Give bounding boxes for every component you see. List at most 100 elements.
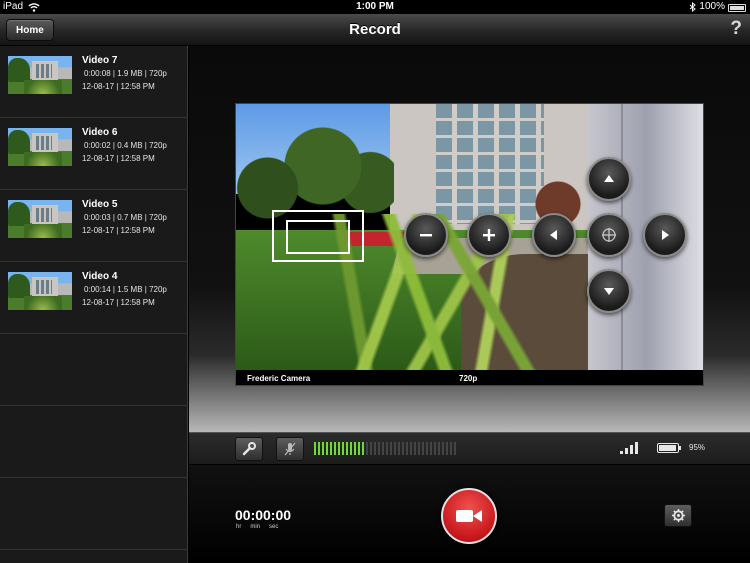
video-title: Video 5 [82, 199, 118, 210]
meter-segment [418, 442, 420, 455]
pan-left-button[interactable] [532, 213, 576, 257]
arrow-right-icon [662, 230, 669, 240]
battery-percent: 100% [699, 1, 725, 12]
meter-segment [362, 442, 364, 455]
audio-level-meter [314, 442, 456, 455]
wrench-icon [242, 442, 256, 456]
meter-segment [438, 442, 440, 455]
navigation-bar: Record Home ? [0, 14, 750, 46]
meter-segment [390, 442, 392, 455]
meter-segment [350, 442, 352, 455]
meter-segment [366, 442, 368, 455]
empty-list-row [0, 478, 188, 550]
meter-segment [454, 442, 456, 455]
camera-name: Frederic Camera [247, 374, 311, 383]
meter-segment [382, 442, 384, 455]
tilt-down-button[interactable] [587, 269, 631, 313]
crosshair-icon [602, 228, 616, 242]
signal-strength-icon [620, 441, 638, 454]
video-list-item[interactable]: Video 7 0:00:08 | 1.9 MB | 720p 12-08-17… [0, 46, 188, 118]
video-title: Video 4 [82, 271, 118, 282]
arrow-left-icon [550, 230, 557, 240]
battery-icon [657, 443, 681, 453]
record-button[interactable] [441, 488, 497, 544]
video-meta: 0:00:02 | 0.4 MB | 720p [84, 141, 167, 150]
help-button[interactable]: ? [730, 18, 742, 40]
video-list-sidebar: Video 7 0:00:08 | 1.9 MB | 720p 12-08-17… [0, 46, 188, 563]
meter-segment [398, 442, 400, 455]
meter-segment [394, 442, 396, 455]
center-button[interactable] [587, 213, 631, 257]
meter-segment [434, 442, 436, 455]
camera-resolution: 720p [459, 374, 478, 383]
meter-segment [446, 442, 448, 455]
video-thumbnail [8, 200, 72, 238]
gear-icon [671, 508, 685, 523]
timer-unit-sec: sec [269, 524, 279, 530]
page-title: Record [349, 21, 401, 38]
home-button[interactable]: Home [6, 19, 54, 41]
zoom-region-inner[interactable] [286, 220, 350, 254]
pan-right-button[interactable] [643, 213, 687, 257]
video-thumbnail [8, 128, 72, 166]
meter-segment [378, 442, 380, 455]
meter-segment [442, 442, 444, 455]
meter-segment [342, 442, 344, 455]
microphone-icon [284, 442, 296, 456]
settings-button[interactable] [664, 504, 692, 527]
meter-segment [450, 442, 452, 455]
meter-segment [386, 442, 388, 455]
tilt-up-button[interactable] [587, 157, 631, 201]
meter-segment [370, 442, 372, 455]
recording-timer: 00:00:00 [235, 507, 292, 523]
video-date: 12-08-17 | 12:58 PM [82, 298, 155, 307]
preview-info-bar: Frederic Camera 720p [236, 370, 703, 385]
empty-list-row [0, 406, 188, 478]
meter-segment [374, 442, 376, 455]
arrow-up-icon [604, 175, 614, 182]
video-meta: 0:00:08 | 1.9 MB | 720p [84, 69, 167, 78]
meter-segment [354, 442, 356, 455]
microphone-button[interactable] [276, 437, 304, 461]
meter-segment [322, 442, 324, 455]
video-date: 12-08-17 | 12:58 PM [82, 226, 155, 235]
video-date: 12-08-17 | 12:58 PM [82, 154, 155, 163]
meter-segment [314, 442, 316, 455]
meter-segment [410, 442, 412, 455]
meter-segment [402, 442, 404, 455]
video-list-item[interactable]: Video 6 0:00:02 | 0.4 MB | 720p 12-08-17… [0, 118, 188, 190]
meter-segment [346, 442, 348, 455]
status-bar: iPad 1:00 PM 100% [0, 0, 750, 14]
video-meta: 0:00:14 | 1.5 MB | 720p [84, 285, 167, 294]
meter-segment [414, 442, 416, 455]
meter-segment [326, 442, 328, 455]
video-thumbnail [8, 56, 72, 94]
meter-segment [330, 442, 332, 455]
video-list-item[interactable]: Video 5 0:00:03 | 0.7 MB | 720p 12-08-17… [0, 190, 188, 262]
plus-icon [483, 229, 495, 241]
arrow-down-icon [604, 288, 614, 295]
timer-unit-min: min [250, 524, 261, 530]
empty-list-row [0, 334, 188, 406]
video-meta: 0:00:03 | 0.7 MB | 720p [84, 213, 167, 222]
timer-unit-hr: hr [236, 524, 242, 530]
video-thumbnail [8, 272, 72, 310]
meter-segment [338, 442, 340, 455]
battery-icon [728, 3, 746, 12]
device-battery-percent: 95% [689, 443, 706, 452]
video-date: 12-08-17 | 12:58 PM [82, 82, 155, 91]
status-time: 1:00 PM [356, 1, 394, 12]
meter-segment [334, 442, 336, 455]
bluetooth-icon [690, 2, 697, 12]
timer-units: hr min sec [236, 524, 278, 530]
video-camera-icon [456, 510, 482, 522]
video-title: Video 6 [82, 127, 118, 138]
meter-segment [406, 442, 408, 455]
meter-segment [430, 442, 432, 455]
zoom-in-button[interactable] [467, 213, 511, 257]
video-list-item[interactable]: Video 4 0:00:14 | 1.5 MB | 720p 12-08-17… [0, 262, 188, 334]
meter-segment [426, 442, 428, 455]
tools-button[interactable] [235, 437, 263, 461]
zoom-out-button[interactable] [404, 213, 448, 257]
meter-segment [422, 442, 424, 455]
